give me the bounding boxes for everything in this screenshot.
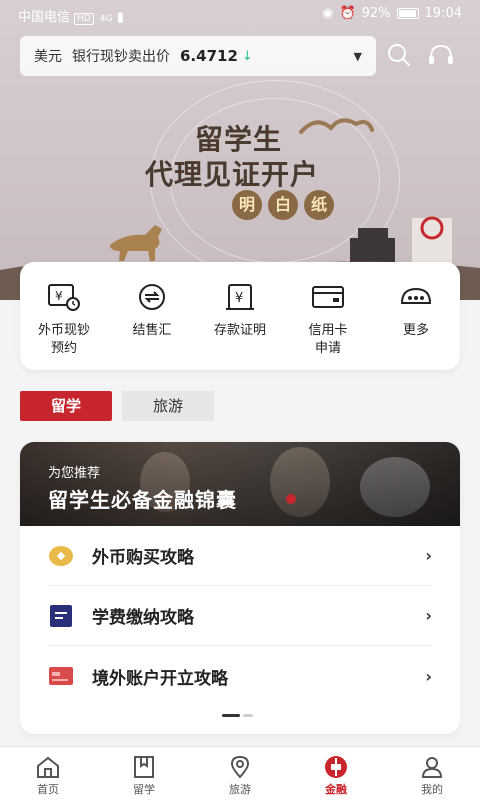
list-item-label: 境外账户开立攻略 (92, 668, 228, 689)
tab-travel[interactable]: 旅游 (122, 391, 214, 421)
nav-mine[interactable]: 我的 (384, 747, 480, 800)
nav-finance[interactable]: 金融 (288, 747, 384, 800)
promo-title-line1: 留学生 (195, 123, 283, 156)
nav-study[interactable]: 留学 (96, 747, 192, 800)
list-item-label: 学费缴纳攻略 (92, 608, 194, 628)
action-label: 申请 (314, 341, 341, 356)
more-icon (398, 280, 434, 314)
currency-clock-icon: ¥ (46, 280, 82, 314)
promo-tag: 明 (232, 190, 262, 220)
carousel-pager (222, 714, 253, 717)
bookmark-icon (131, 755, 157, 779)
recommendation-card: 为您推荐 留学生必备金融锦囊 外币购买攻略 › 学费缴纳攻略 › 境外账户开立攻… (20, 442, 460, 734)
action-deposit-proof[interactable]: ¥ 存款证明 (196, 262, 284, 370)
nav-label: 金融 (325, 783, 347, 796)
headset-icon[interactable] (426, 40, 456, 70)
promo-title-line2: 代理见证开户 (145, 158, 320, 191)
status-bar: 中国电信 HD 4G ▮ ◉ ⏰ 92% 19:04 (0, 0, 480, 28)
boc-logo-icon (323, 755, 349, 779)
quick-actions-card: ¥ 外币现钞 预约 结售汇 ¥ 存款证明 信用卡 申请 更多 (20, 262, 460, 370)
search-icon[interactable] (384, 40, 414, 70)
svg-text:¥: ¥ (235, 291, 243, 306)
home-icon (35, 755, 61, 779)
chevron-right-icon: › (425, 546, 432, 565)
recommend-headline: 留学生必备金融锦囊 (48, 488, 237, 512)
user-icon (419, 755, 445, 779)
chevron-right-icon: › (425, 606, 432, 625)
action-fx-cash[interactable]: ¥ 外币现钞 预约 (20, 262, 108, 370)
category-tabs: 留学 旅游 (20, 391, 214, 421)
nav-label: 我的 (421, 783, 443, 796)
promo-tags: 明 白 纸 (232, 190, 334, 220)
action-label: 外币现钞 (37, 323, 90, 338)
red-dot-icon (286, 494, 296, 504)
nav-travel[interactable]: 旅游 (192, 747, 288, 800)
list-item[interactable]: 外币购买攻略 › (48, 526, 432, 586)
list-item[interactable]: 学费缴纳攻略 › (48, 586, 432, 646)
rate-label: 银行现钞卖出价 (72, 49, 170, 65)
rate-value: 6.4712 (180, 47, 238, 65)
bank-card-icon (48, 663, 74, 689)
battery-icon (396, 8, 419, 19)
eye-icon: ◉ (322, 6, 334, 21)
yen-document-icon: ¥ (222, 280, 258, 314)
list-item-label: 外币购买攻略 (92, 548, 194, 568)
exchange-rate-selector[interactable]: 美元 银行现钞卖出价 6.4712 ↓ ▼ (20, 36, 376, 76)
action-credit-card[interactable]: 信用卡 申请 (284, 262, 372, 370)
chevron-right-icon: › (425, 666, 432, 686)
action-label: 更多 (402, 323, 429, 338)
nav-label: 留学 (133, 783, 155, 796)
tab-study-abroad[interactable]: 留学 (20, 391, 112, 421)
action-label: 存款证明 (213, 323, 266, 338)
carrier-name: 中国电信 (18, 10, 71, 25)
list-item[interactable]: 境外账户开立攻略 › (48, 646, 432, 706)
signal-bars-icon: ▮ (116, 10, 124, 25)
svg-text:¥: ¥ (55, 289, 63, 303)
promo-tag: 白 (268, 190, 298, 220)
nav-label: 旅游 (229, 783, 251, 796)
action-more[interactable]: 更多 (372, 262, 460, 370)
gold-coin-icon (48, 543, 74, 569)
location-pin-icon (227, 755, 253, 779)
action-fx-exchange[interactable]: 结售汇 (108, 262, 196, 370)
recommend-list: 外币购买攻略 › 学费缴纳攻略 › 境外账户开立攻略 › (20, 526, 460, 706)
credit-card-icon (310, 280, 346, 314)
network-badge: HD (74, 13, 94, 25)
currency-name: 美元 (34, 49, 62, 65)
nav-home[interactable]: 首页 (0, 747, 96, 800)
recommendation-hero-image[interactable]: 为您推荐 留学生必备金融锦囊 (20, 442, 460, 526)
nav-label: 首页 (37, 783, 59, 796)
battery-percent: 92% (361, 6, 391, 21)
signal-type: 4G (99, 14, 113, 24)
tuition-card-icon (48, 603, 74, 629)
alarm-icon: ⏰ (339, 6, 356, 21)
action-label: 预约 (50, 341, 77, 356)
recommend-kicker: 为您推荐 (48, 466, 101, 481)
bottom-navigation: 首页 留学 旅游 金融 我的 (0, 746, 480, 800)
dropdown-caret-icon[interactable]: ▼ (354, 50, 362, 63)
promo-tag: 纸 (304, 190, 334, 220)
action-label: 信用卡 (308, 323, 348, 338)
pager-dot-active (222, 714, 240, 717)
exchange-icon (134, 280, 170, 314)
clock-time: 19:04 (424, 6, 462, 21)
pager-dot (243, 714, 253, 717)
down-arrow-icon: ↓ (241, 48, 253, 64)
cloud-decoration (299, 118, 374, 134)
action-label: 结售汇 (132, 323, 172, 338)
